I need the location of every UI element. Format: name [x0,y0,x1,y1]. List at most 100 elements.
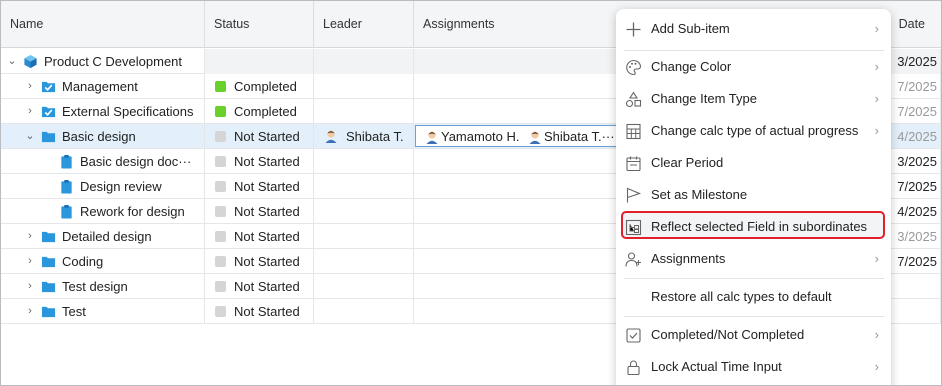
assignee-name: Shibata T.··· [544,129,615,144]
chevron-right-icon[interactable]: › [25,106,35,117]
status-not-started-icon [215,131,226,142]
status-text: Not Started [234,179,300,194]
menu-item-label: Reflect selected Field in subordinates [651,219,868,234]
menu-item-restore-calc-types[interactable]: Restore all calc types to default [616,282,891,312]
status-cell[interactable]: Not Started [205,274,314,299]
name-cell[interactable]: › Test design [1,274,205,299]
leader-name: Shibata T. [346,129,404,144]
status-cell[interactable]: Not Started [205,249,314,274]
hierarchy-icon [625,219,642,236]
calculator-icon [626,123,641,140]
leader-cell[interactable] [314,224,414,249]
name-cell[interactable]: Design review [1,174,205,199]
status-text: Not Started [234,229,300,244]
status-cell[interactable]: Not Started [205,149,314,174]
name-cell[interactable]: ⌄ Product C Development [1,49,205,74]
assignments-editor[interactable]: Yamamoto H. Shibata T.··· [415,125,620,147]
menu-item-add-sub-item[interactable]: Add Sub-item › [616,14,891,44]
menu-item-change-calc-type[interactable]: Change calc type of actual progress › [616,116,891,146]
status-cell[interactable]: Not Started [205,224,314,249]
date-value: 3/2025 [897,154,937,169]
item-name: Detailed design [62,229,152,244]
chevron-right-icon[interactable]: › [25,306,35,317]
menu-item-lock-actual-time-input[interactable]: Lock Actual Time Input › [616,352,891,382]
status-cell[interactable] [205,49,314,74]
chevron-right-icon: › [874,327,879,342]
leader-cell[interactable] [314,74,414,99]
date-value: 7/2025 [897,104,937,119]
header-assignments[interactable]: Assignments [414,1,614,48]
header-leader[interactable]: Leader [314,1,414,48]
menu-item-reflect-field-in-subordinates[interactable]: Reflect selected Field in subordinates [616,212,891,242]
chevron-right-icon[interactable]: › [25,256,35,267]
item-name: Basic design [62,129,136,144]
date-value: 7/2025 [897,254,937,269]
date-value: 3/2025 [897,229,937,244]
leader-cell[interactable] [314,274,414,299]
menu-item-label: Change Color [651,59,732,74]
name-cell[interactable]: › Test [1,299,205,324]
chevron-right-icon: › [874,91,879,106]
leader-cell[interactable] [314,199,414,224]
status-cell[interactable]: Not Started [205,199,314,224]
status-not-started-icon [215,181,226,192]
cube-icon [24,54,37,69]
name-cell[interactable]: › Detailed design [1,224,205,249]
item-name: Design review [80,179,162,194]
name-cell[interactable]: › External Specifications [1,99,205,124]
leader-cell[interactable] [314,174,414,199]
menu-item-change-color[interactable]: Change Color › [616,52,891,82]
folder-icon [41,306,56,318]
item-name: Management [62,79,138,94]
menu-item-set-as-milestone[interactable]: Set as Milestone [616,180,891,210]
name-cell[interactable]: ⌄ Basic design [1,124,205,149]
menu-item-label: Lock Actual Time Input [651,359,782,374]
status-text: Not Started [234,279,300,294]
menu-item-label: Completed/Not Completed [651,327,805,342]
name-cell[interactable]: › Coding [1,249,205,274]
status-not-started-icon [215,231,226,242]
leader-cell[interactable] [314,249,414,274]
flag-icon [626,187,642,203]
leader-cell[interactable] [314,149,414,174]
item-name: Test design [62,279,128,294]
item-name: Coding [62,254,104,269]
menu-item-change-item-type[interactable]: Change Item Type › [616,84,891,114]
name-cell[interactable]: Basic design doc··· [1,149,205,174]
chevron-right-icon[interactable]: › [25,281,35,292]
chevron-right-icon[interactable]: › [25,231,35,242]
header-date[interactable]: Date [899,1,925,48]
status-not-started-icon [215,156,226,167]
menu-item-clear-period[interactable]: Clear Period [616,148,891,178]
status-cell[interactable]: Not Started [205,124,314,149]
header-status[interactable]: Status [205,1,314,48]
menu-item-assignments[interactable]: Assignments › [616,244,891,274]
chevron-right-icon: › [874,359,879,374]
chevron-down-icon[interactable]: ⌄ [7,56,17,67]
status-cell[interactable]: Not Started [205,299,314,324]
item-name: Product C Development [44,54,183,69]
status-cell[interactable]: Not Started [205,174,314,199]
menu-divider [624,278,884,279]
status-text: Completed [234,79,297,94]
item-name: Rework for design [80,204,185,219]
leader-cell[interactable]: Shibata T. [314,124,414,149]
menu-item-label: Change calc type of actual progress [651,123,859,138]
name-cell[interactable]: Rework for design [1,199,205,224]
menu-item-completed-not-completed[interactable]: Completed/Not Completed › [616,320,891,350]
menu-divider [624,316,884,317]
status-not-started-icon [215,206,226,217]
chevron-down-icon[interactable]: ⌄ [25,131,35,142]
leader-cell[interactable] [314,99,414,124]
item-name: External Specifications [62,104,194,119]
status-cell[interactable]: Completed [205,74,314,99]
folder-icon [41,281,56,293]
status-not-started-icon [215,306,226,317]
leader-cell[interactable] [314,49,414,74]
chevron-right-icon[interactable]: › [25,81,35,92]
status-cell[interactable]: Completed [205,99,314,124]
name-cell[interactable]: › Management [1,74,205,99]
assignee-name: Yamamoto H. [441,129,520,144]
header-name[interactable]: Name [1,1,205,48]
leader-cell[interactable] [314,299,414,324]
